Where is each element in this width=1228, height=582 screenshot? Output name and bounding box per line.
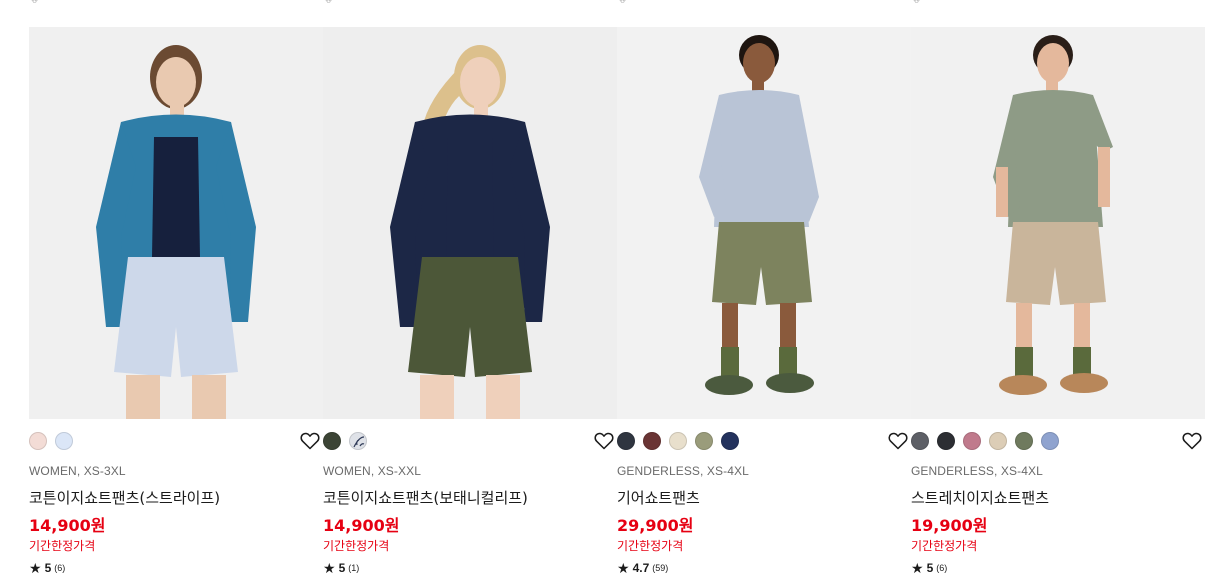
color-swatch[interactable] (695, 432, 713, 450)
rating-value: 4.7 (632, 561, 650, 575)
model-illustration (911, 27, 1205, 419)
product-gender-size: GENDERLESS, XS-4XL (911, 464, 1043, 478)
promo-label: 기간한정가격 (323, 539, 390, 553)
star-icon: ★ (29, 560, 42, 576)
previous-row-mark: ☆ (31, 0, 41, 3)
star-icon: ★ (323, 560, 336, 576)
color-swatch[interactable] (989, 432, 1007, 450)
review-count: (6) (54, 563, 66, 573)
product-name[interactable]: 스트레치이지쇼트팬츠 (911, 488, 1205, 508)
color-swatch[interactable] (323, 432, 341, 450)
color-swatches (911, 432, 1059, 450)
model-illustration (29, 27, 323, 419)
color-swatch[interactable] (55, 432, 73, 450)
favorite-heart-icon[interactable] (887, 430, 909, 452)
rating-value: 5 (926, 561, 934, 575)
product-rating: ★ 4.7 (59) (617, 560, 911, 576)
product-grid: WOMEN, XS-3XL 코튼이지쇼트팬츠(스트라이프) 14,900원 기간… (29, 27, 1205, 576)
product-price: 14,900원 (323, 516, 400, 535)
product-card[interactable]: WOMEN, XS-3XL 코튼이지쇼트팬츠(스트라이프) 14,900원 기간… (29, 27, 323, 576)
color-swatch[interactable] (1041, 432, 1059, 450)
color-swatch[interactable] (963, 432, 981, 450)
color-swatch[interactable] (937, 432, 955, 450)
product-name[interactable]: 코튼이지쇼트팬츠(보태니컬리프) (323, 488, 617, 508)
product-name[interactable]: 코튼이지쇼트팬츠(스트라이프) (29, 488, 323, 508)
color-swatch[interactable] (669, 432, 687, 450)
previous-row-mark: ☆ (619, 0, 629, 3)
color-swatch[interactable] (643, 432, 661, 450)
product-gender-size: WOMEN, XS-XXL (323, 464, 421, 478)
color-swatch[interactable] (911, 432, 929, 450)
product-image[interactable] (29, 27, 323, 419)
product-image[interactable] (911, 27, 1205, 419)
color-swatches (323, 432, 367, 450)
review-count: (1) (348, 563, 360, 573)
color-swatch-row (323, 419, 617, 463)
product-card[interactable]: GENDERLESS, XS-4XL 기어쇼트팬츠 29,900원 기간한정가격… (617, 27, 911, 576)
product-image[interactable] (323, 27, 617, 419)
product-rating: ★ 5 (6) (911, 560, 1205, 576)
model-illustration (323, 27, 617, 419)
color-swatches (29, 432, 73, 450)
product-price: 14,900원 (29, 516, 106, 535)
star-icon: ★ (911, 560, 924, 576)
previous-row-bottom-edge: ☆ ☆ ☆ ☆ (0, 0, 1228, 6)
color-swatch[interactable] (1015, 432, 1033, 450)
product-name[interactable]: 기어쇼트팬츠 (617, 488, 911, 508)
rating-value: 5 (44, 561, 52, 575)
color-swatch-row (911, 419, 1205, 463)
product-price: 19,900원 (911, 516, 988, 535)
product-rating: ★ 5 (1) (323, 560, 617, 576)
product-price: 29,900원 (617, 516, 694, 535)
previous-row-mark: ☆ (325, 0, 335, 3)
color-swatch[interactable] (29, 432, 47, 450)
favorite-heart-icon[interactable] (299, 430, 321, 452)
product-image[interactable] (617, 27, 911, 419)
star-icon: ★ (617, 560, 630, 576)
product-card[interactable]: WOMEN, XS-XXL 코튼이지쇼트팬츠(보태니컬리프) 14,900원 기… (323, 27, 617, 576)
color-swatches (617, 432, 739, 450)
color-swatch[interactable] (721, 432, 739, 450)
color-swatch-row (29, 419, 323, 463)
promo-label: 기간한정가격 (911, 539, 978, 553)
rating-value: 5 (338, 561, 346, 575)
color-swatch-row (617, 419, 911, 463)
favorite-heart-icon[interactable] (593, 430, 615, 452)
color-swatch[interactable] (617, 432, 635, 450)
promo-label: 기간한정가격 (29, 539, 96, 553)
product-card[interactable]: GENDERLESS, XS-4XL 스트레치이지쇼트팬츠 19,900원 기간… (911, 27, 1205, 576)
favorite-heart-icon[interactable] (1181, 430, 1203, 452)
model-illustration (617, 27, 911, 419)
product-gender-size: GENDERLESS, XS-4XL (617, 464, 749, 478)
previous-row-mark: ☆ (913, 0, 923, 3)
review-count: (6) (936, 563, 948, 573)
promo-label: 기간한정가격 (617, 539, 684, 553)
product-gender-size: WOMEN, XS-3XL (29, 464, 126, 478)
product-rating: ★ 5 (6) (29, 560, 323, 576)
color-swatch[interactable] (349, 432, 367, 450)
review-count: (59) (652, 563, 669, 573)
